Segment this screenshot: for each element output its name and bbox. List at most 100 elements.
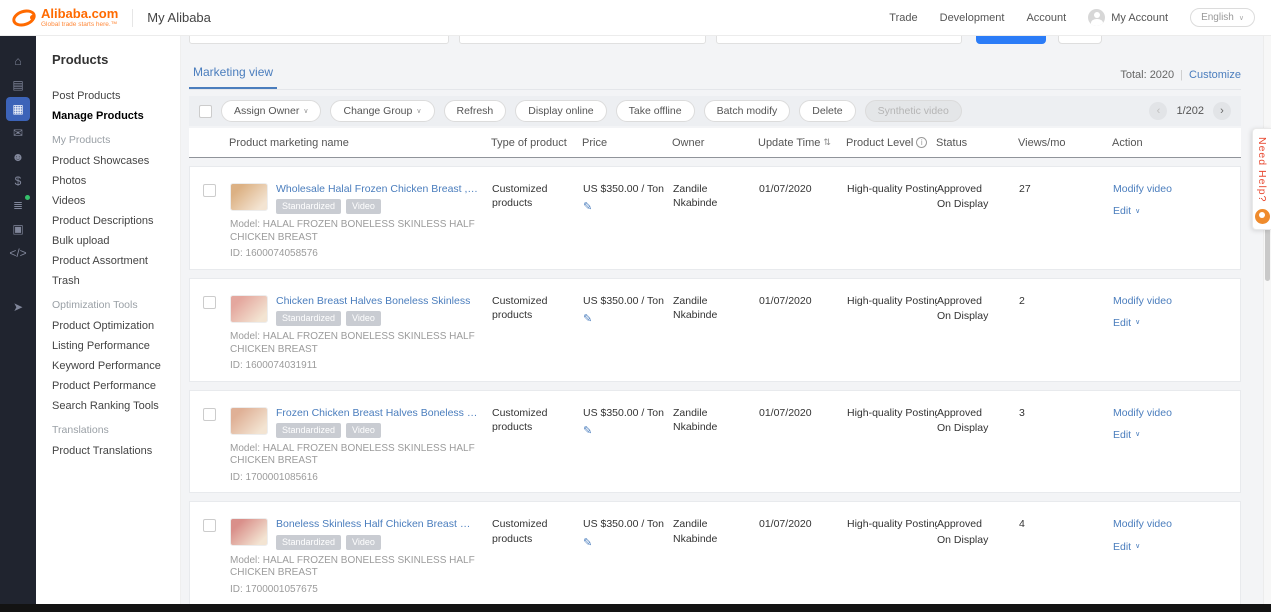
assign-owner-button[interactable]: Assign Owner∨ xyxy=(221,100,321,122)
product-name-link[interactable]: Chicken Breast Halves Boneless Skinless xyxy=(276,294,478,308)
vertical-scrollbar[interactable] xyxy=(1263,36,1271,604)
product-image[interactable] xyxy=(230,407,268,435)
finance-icon[interactable]: $ xyxy=(6,169,30,193)
sidebar-item-product-performance[interactable]: Product Performance xyxy=(52,381,180,392)
product-model: Model: HALAL FROZEN BONELESS SKINLESS HA… xyxy=(230,219,478,244)
change-group-button[interactable]: Change Group∨ xyxy=(330,100,434,122)
orders-icon[interactable]: ▤ xyxy=(6,73,30,97)
reset-button[interactable] xyxy=(1058,36,1102,44)
edit-link[interactable]: Edit∨ xyxy=(1113,428,1232,442)
badge-standardized: Standardized xyxy=(276,199,341,214)
alibaba-logo[interactable]: Alibaba.com Global trade starts here.™ xyxy=(0,7,118,29)
row-checkbox[interactable] xyxy=(203,408,216,421)
sidebar-item-videos[interactable]: Videos xyxy=(52,196,180,207)
sidebar-item-listing-performance[interactable]: Listing Performance xyxy=(52,341,180,352)
product-name-link[interactable]: Boneless Skinless Half Chicken Breast Wi… xyxy=(276,517,478,531)
bulk-actions-toolbar: Assign Owner∨ Change Group∨ Refresh Disp… xyxy=(189,96,1241,126)
sidebar-item-product-translations[interactable]: Product Translations xyxy=(52,446,180,457)
products-icon[interactable]: ▦ xyxy=(6,97,30,121)
take-offline-button[interactable]: Take offline xyxy=(616,100,695,122)
product-image[interactable] xyxy=(230,183,268,211)
sidebar-item-product-descriptions[interactable]: Product Descriptions xyxy=(52,216,180,227)
sidebar-item-post-products[interactable]: Post Products xyxy=(52,91,180,102)
sidebar-item-product-showcases[interactable]: Product Showcases xyxy=(52,156,180,167)
badge-video: Video xyxy=(346,423,381,438)
sidebar-item-keyword-performance[interactable]: Keyword Performance xyxy=(52,361,180,372)
sidebar-item-photos[interactable]: Photos xyxy=(52,176,180,187)
modify-video-link[interactable]: Modify video xyxy=(1113,406,1232,420)
sidebar-item-trash[interactable]: Trash xyxy=(52,276,180,287)
select-all-checkbox[interactable] xyxy=(199,105,212,118)
product-image[interactable] xyxy=(230,295,268,323)
refresh-button[interactable]: Refresh xyxy=(444,100,507,122)
chevron-down-icon: ∨ xyxy=(1135,318,1140,327)
sidebar-item-bulk-upload[interactable]: Bulk upload xyxy=(52,236,180,247)
customize-link[interactable]: Customize xyxy=(1189,69,1241,81)
row-checkbox[interactable] xyxy=(203,184,216,197)
send-icon[interactable]: ➤ xyxy=(6,295,30,319)
apps-icon[interactable]: ▣ xyxy=(6,217,30,241)
product-id: ID: 1600074058576 xyxy=(230,247,478,261)
edit-link[interactable]: Edit∨ xyxy=(1113,316,1232,330)
status-line2: On Display xyxy=(937,197,1011,211)
product-name-link[interactable]: Frozen Chicken Breast Halves Boneless Sk… xyxy=(276,406,478,420)
owner: Zandile Nkabinde xyxy=(673,517,759,545)
product-name-link[interactable]: Wholesale Halal Frozen Chicken Breast , … xyxy=(276,182,478,196)
edit-price-icon[interactable]: ✎ xyxy=(583,200,592,215)
nav-account[interactable]: Account xyxy=(1026,12,1066,24)
prev-page-button[interactable]: ‹ xyxy=(1149,102,1167,120)
price-value: US $350.00 / Ton xyxy=(583,182,665,196)
col-type: Type of product xyxy=(491,137,582,149)
sidebar-item-search-ranking-tools[interactable]: Search Ranking Tools xyxy=(52,401,180,412)
contacts-icon[interactable]: ☻ xyxy=(6,145,30,169)
chevron-down-icon: ∨ xyxy=(1239,14,1244,22)
alibaba-logo-icon xyxy=(12,10,36,26)
product-name-input[interactable] xyxy=(189,36,449,44)
view-tab-bar: Marketing view Total: 2020 Customize xyxy=(189,60,1241,90)
display-online-button[interactable]: Display online xyxy=(515,100,606,122)
home-icon[interactable]: ⌂ xyxy=(6,49,30,73)
price-cell: US $350.00 / Ton ✎ xyxy=(583,517,673,550)
modify-video-link[interactable]: Modify video xyxy=(1113,517,1232,531)
modify-video-link[interactable]: Modify video xyxy=(1113,294,1232,308)
nav-development[interactable]: Development xyxy=(940,12,1005,24)
product-cell: Frozen Chicken Breast Halves Boneless Sk… xyxy=(230,406,492,485)
sidebar-item-manage-products[interactable]: Manage Products xyxy=(52,111,180,122)
status-cell: Approved On Display xyxy=(937,182,1019,211)
product-model-input[interactable] xyxy=(459,36,706,44)
messages-icon[interactable]: ✉ xyxy=(6,121,30,145)
views-count: 4 xyxy=(1019,517,1113,531)
row-checkbox[interactable] xyxy=(203,519,216,532)
divider xyxy=(1180,69,1183,81)
info-icon[interactable]: i xyxy=(916,137,927,148)
status-line1: Approved xyxy=(937,294,1011,308)
page-title: My Alibaba xyxy=(147,10,211,25)
edit-price-icon[interactable]: ✎ xyxy=(583,536,592,551)
row-checkbox[interactable] xyxy=(203,296,216,309)
my-account-menu[interactable]: My Account xyxy=(1088,9,1168,26)
badge-standardized: Standardized xyxy=(276,535,341,550)
documents-icon[interactable]: ≣ xyxy=(6,193,30,217)
language-selector[interactable]: English ∨ xyxy=(1190,8,1255,27)
delete-button[interactable]: Delete xyxy=(799,100,855,122)
next-page-button[interactable]: › xyxy=(1213,102,1231,120)
batch-modify-button[interactable]: Batch modify xyxy=(704,100,791,122)
product-type: Customized products xyxy=(492,182,583,210)
edit-link[interactable]: Edit∨ xyxy=(1113,540,1232,554)
need-help-tab[interactable]: Need Help? xyxy=(1252,128,1271,230)
nav-trade[interactable]: Trade xyxy=(889,12,917,24)
code-icon[interactable]: </> xyxy=(6,241,30,265)
update-time: 01/07/2020 xyxy=(759,182,847,196)
table-body: Wholesale Halal Frozen Chicken Breast , … xyxy=(189,166,1241,604)
group-select[interactable]: All Groups ∨ xyxy=(716,36,962,44)
product-image[interactable] xyxy=(230,518,268,546)
sidebar-item-product-optimization[interactable]: Product Optimization xyxy=(52,321,180,332)
sidebar-item-product-assortment[interactable]: Product Assortment xyxy=(52,256,180,267)
edit-price-icon[interactable]: ✎ xyxy=(583,312,592,327)
edit-price-icon[interactable]: ✎ xyxy=(583,424,592,439)
search-button[interactable]: Search xyxy=(976,36,1046,44)
col-update-time[interactable]: Update Time⇅ xyxy=(758,137,846,149)
modify-video-link[interactable]: Modify video xyxy=(1113,182,1232,196)
edit-link[interactable]: Edit∨ xyxy=(1113,204,1232,218)
tab-marketing-view[interactable]: Marketing view xyxy=(189,65,277,89)
